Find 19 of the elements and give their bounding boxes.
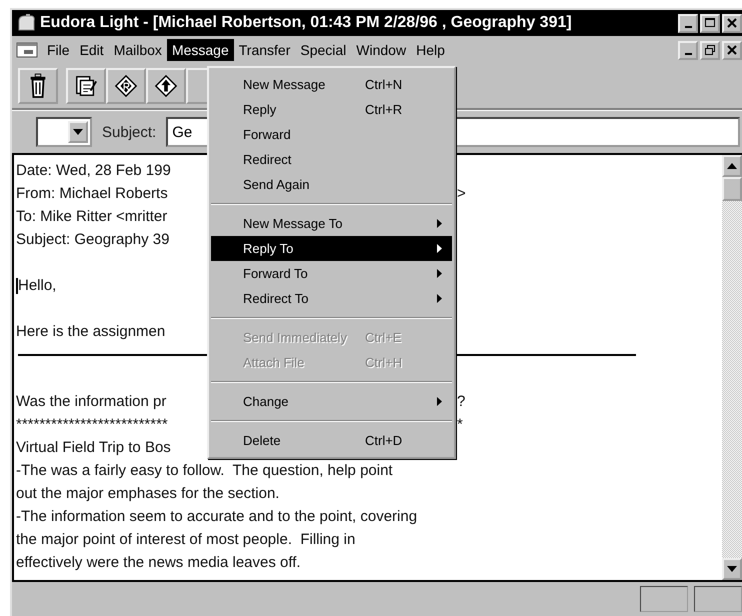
text-line: From: Michael Roberts [16, 184, 168, 204]
text-line: Here is the assignmen [16, 322, 166, 342]
text-line: Subject: Geography 39 [16, 230, 170, 250]
text-line: ************************** [16, 414, 168, 434]
text-line: To: Mike Ritter <mritter [16, 207, 168, 227]
text-line: the major point of interest of most people. Filling in [16, 530, 356, 550]
text-line: -The information seem to accurate and to the point, covering [16, 506, 418, 526]
text-fragment: ? [457, 392, 466, 412]
text-line: out the major emphases for the section. [16, 484, 280, 504]
text-line: effectively were the news media leaves off. [16, 552, 301, 572]
text-line: -The was a fairly easy to follow. The question, help point [16, 460, 393, 480]
text-fragment: > [457, 184, 466, 204]
text-line: Date: Wed, 28 Feb 199 [16, 161, 171, 181]
window-title: Eudora Light - [Michael Robertson, 01:43 PM 2/28/96 , Geography 391] [40, 14, 572, 32]
text-line: Was the information pr [16, 392, 166, 412]
subject-label: Subject: [102, 124, 156, 140]
text-line: Virtual Field Trip to Bos [16, 438, 171, 458]
text-line: Hello, [18, 276, 56, 296]
text-fragment: * [457, 414, 463, 434]
